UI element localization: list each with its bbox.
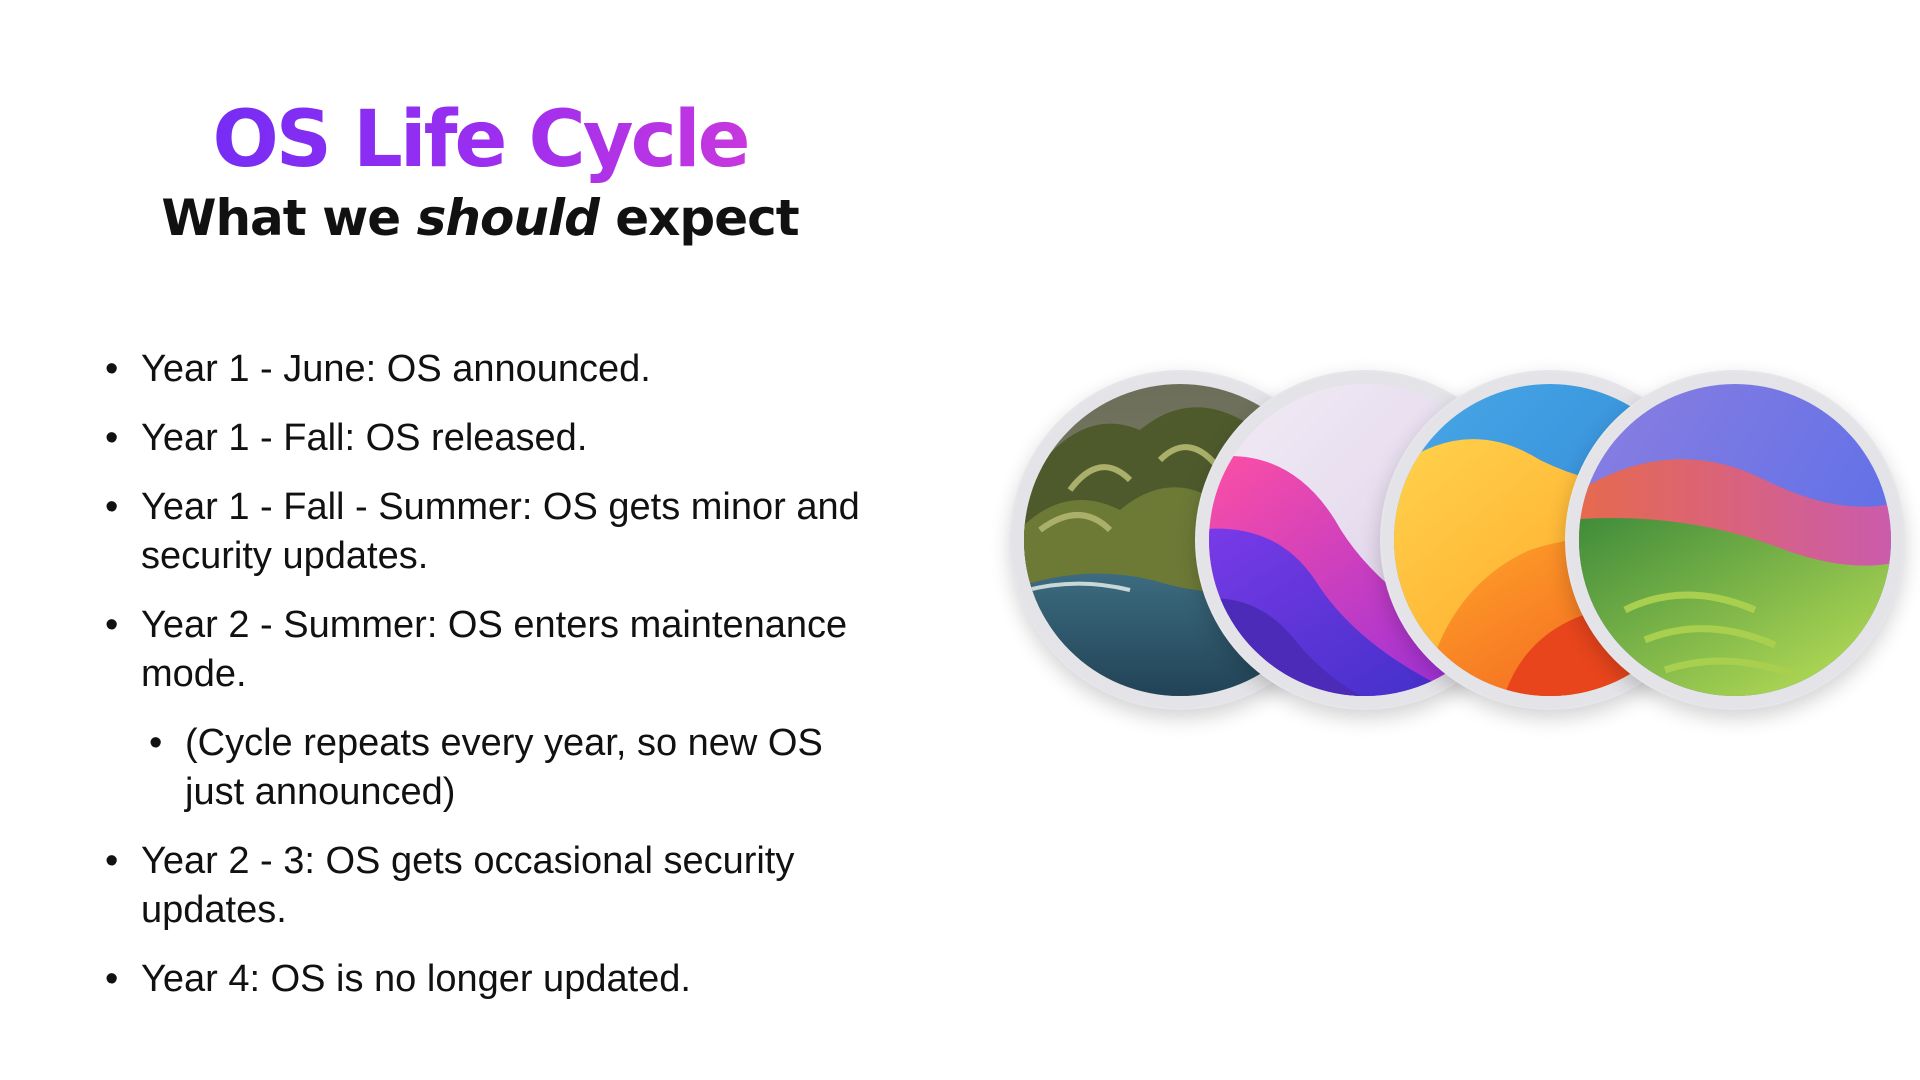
bullet-text: Year 1 - June: OS announced. [141, 348, 651, 390]
slide-subtitle: What we should expect [120, 188, 840, 248]
bullet-icon: • [105, 348, 119, 390]
bullet-text: Year 1 - Fall: OS released. [141, 417, 588, 459]
bullet-icon: • [105, 604, 119, 646]
bullet-text: (Cycle repeats every year, so new OS jus… [185, 722, 823, 813]
subtitle-emphasis: should [416, 189, 600, 247]
bullet-item: • Year 2 - 3: OS gets occasional security… [105, 837, 865, 935]
os-wallpaper-group [1000, 370, 1905, 720]
bullet-item: • Year 1 - Fall: OS released. [105, 414, 865, 463]
bullet-text: Year 2 - 3: OS gets occasional security … [141, 840, 795, 931]
slide: OS Life Cycle What we should expect • Yea… [0, 0, 1920, 1080]
bullet-item: • Year 1 - Fall - Summer: OS gets minor a… [105, 483, 865, 581]
bullet-text: Year 4: OS is no longer updated. [141, 958, 691, 1000]
bullet-text: Year 2 - Summer: OS enters maintenance m… [141, 604, 848, 695]
bullet-text: Year 1 - Fall - Summer: OS gets minor an… [141, 486, 860, 577]
subtitle-lead: What we [161, 189, 417, 247]
sub-bullet-item: • (Cycle repeats every year, so new OS ju… [149, 719, 865, 817]
slide-title: OS Life Cycle [120, 92, 840, 188]
bullet-item: • Year 2 - Summer: OS enters maintenance … [105, 601, 865, 699]
bullet-icon: • [105, 958, 119, 1000]
bullet-list: • Year 1 - June: OS announced. • Year 1 - … [105, 345, 865, 1024]
subtitle-tail: expect [598, 189, 799, 247]
bullet-icon: • [105, 486, 119, 528]
bullet-icon: • [105, 840, 119, 882]
bullet-item: • Year 1 - June: OS announced. [105, 345, 865, 394]
title-block: OS Life Cycle What we should expect [120, 92, 840, 248]
bullet-icon: • [149, 722, 163, 764]
bullet-item: • Year 4: OS is no longer updated. [105, 955, 865, 1004]
bullet-icon: • [105, 417, 119, 459]
green-hills-wallpaper [1565, 370, 1905, 710]
